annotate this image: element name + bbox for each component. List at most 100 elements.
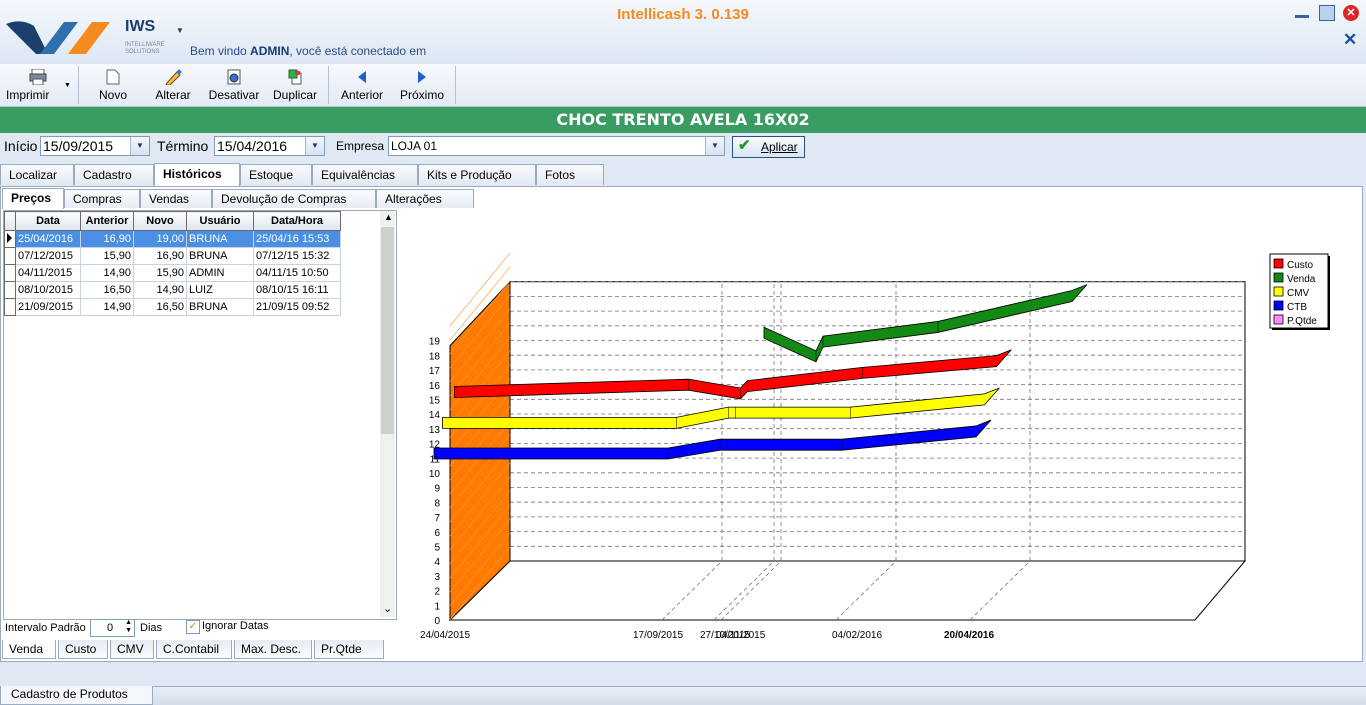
tab-fotos[interactable]: Fotos	[536, 164, 604, 185]
subtab-alteracoes[interactable]: Alterações	[376, 189, 474, 208]
subtab-compras[interactable]: Compras	[64, 189, 140, 208]
status-bar	[0, 686, 1366, 705]
x-tick-label: 04/02/2016	[832, 630, 882, 641]
legend-label: CMV	[1287, 288, 1310, 299]
col-header-anterior[interactable]: Anterior	[80, 211, 134, 231]
subtab-devolucao-compras[interactable]: Devolução de Compras	[212, 189, 376, 208]
tab-localizar[interactable]: Localizar	[0, 164, 74, 185]
x-tick-label: 04/11/2015	[716, 630, 766, 641]
arrow-left-icon	[334, 67, 390, 87]
edit-button[interactable]: Alterar	[146, 64, 200, 106]
y-tick-label: 13	[429, 425, 441, 436]
chart-floor	[448, 560, 1247, 621]
duplicate-button[interactable]: Duplicar	[268, 64, 322, 106]
close-window-button[interactable]: ✕	[1343, 5, 1359, 21]
maximize-button[interactable]	[1319, 5, 1335, 21]
legend-swatch	[1273, 300, 1284, 311]
subtab-vendas[interactable]: Vendas	[140, 189, 212, 208]
previous-label: Anterior	[340, 88, 384, 102]
tab-equivalencias[interactable]: Equivalências	[312, 164, 418, 185]
col-header-novo[interactable]: Novo	[133, 211, 187, 231]
apply-button[interactable]: ✔ Aplicar	[732, 136, 805, 158]
app-title: Intellicash 3. 0.139	[617, 6, 749, 23]
ignore-dates-label: Ignorar Datas	[202, 620, 269, 632]
ignore-dates-checkbox[interactable]: ✓	[186, 620, 200, 634]
print-dropdown-icon[interactable]: ▼	[64, 82, 71, 89]
deactivate-label: Desativar	[208, 88, 260, 102]
close-document-icon[interactable]: ✕	[1343, 30, 1357, 50]
legend-label: P.Qtde	[1287, 316, 1317, 327]
table-row[interactable]: 07/12/2015 15,90 16,90 BRUNA 07/12/15 15:32	[4, 247, 341, 265]
end-label: Término	[157, 138, 209, 154]
scroll-up-icon[interactable]: ▲	[384, 212, 393, 222]
status-tab-cadastro-produtos[interactable]: Cadastro de Produtos	[0, 686, 153, 705]
company-select[interactable]: LOJA 01 ▼	[388, 136, 725, 156]
col-header-data-hora[interactable]: Data/Hora	[253, 211, 341, 231]
col-header-data[interactable]: Data	[15, 211, 81, 231]
chart-tab-cmv[interactable]: CMV	[110, 640, 154, 659]
table-row[interactable]: 21/09/2015 14,90 16,50 BRUNA 21/09/15 09:52	[4, 298, 341, 316]
new-button[interactable]: Novo	[86, 64, 140, 106]
legend-label: CTB	[1287, 302, 1307, 313]
grid-scrollbar-thumb[interactable]	[381, 227, 394, 434]
legend-label: Venda	[1287, 274, 1316, 285]
y-tick-label: 14	[429, 410, 441, 421]
y-tick-label: 2	[434, 587, 440, 598]
new-label: Novo	[98, 88, 127, 102]
previous-button[interactable]: Anterior	[334, 64, 390, 106]
legend-shadow	[1272, 328, 1330, 330]
arrow-right-icon	[394, 67, 450, 87]
y-tick-label: 8	[434, 498, 440, 509]
y-tick-label: 7	[434, 513, 440, 524]
tab-kits-producao[interactable]: Kits e Produção	[418, 164, 536, 185]
col-header-usuario[interactable]: Usuário	[186, 211, 254, 231]
end-date-field[interactable]: 15/04/2016 ▼	[214, 136, 325, 156]
print-button[interactable]: Imprimir ▼	[2, 64, 74, 106]
print-label: Imprimir	[6, 88, 50, 102]
chart-tab-custo[interactable]: Custo	[58, 640, 108, 659]
deactivate-icon	[204, 67, 264, 87]
legend-swatch	[1273, 272, 1284, 283]
tab-estoque[interactable]: Estoque	[240, 164, 312, 185]
y-tick-label: 12	[429, 440, 441, 451]
interval-stepper[interactable]: 0 ▲ ▼	[90, 619, 135, 637]
product-title: CHOC TRENTO AVELA 16X02	[0, 107, 1366, 133]
start-date-field[interactable]: 15/09/2015 ▼	[40, 136, 150, 156]
company-dropdown-icon[interactable]: ▼	[705, 137, 724, 155]
next-button[interactable]: Próximo	[394, 64, 450, 106]
legend-label: Custo	[1287, 260, 1314, 271]
x-tick-label: 24/04/2015	[420, 630, 470, 641]
row-indicator-icon	[4, 230, 16, 248]
chart-tab-venda[interactable]: Venda	[2, 640, 56, 659]
start-label: Início	[4, 138, 38, 154]
start-date-dropdown-icon[interactable]: ▼	[130, 137, 149, 155]
duplicate-icon	[268, 67, 322, 87]
toolbar: Imprimir ▼ Novo Alterar Desativar Duplic…	[0, 64, 1366, 107]
chart-tab-ccontabil[interactable]: C.Contabil	[156, 640, 232, 659]
user-name: ADMIN	[250, 44, 290, 58]
interval-label: Intervalo Padrão	[5, 622, 86, 634]
stepper-arrows-icon[interactable]: ▲ ▼	[125, 619, 132, 635]
y-tick-label: 17	[429, 366, 441, 377]
y-tick-label: 0	[434, 616, 440, 627]
y-tick-label: 16	[429, 381, 441, 392]
chart-tab-max-desc[interactable]: Max. Desc.	[234, 640, 312, 659]
edit-label: Alterar	[155, 88, 191, 102]
check-icon: ✔	[738, 137, 751, 154]
price-history-grid: Data Anterior Novo Usuário Data/Hora 25/…	[3, 210, 397, 620]
subtab-precos[interactable]: Preços	[2, 188, 64, 209]
logo-menu-arrow-icon[interactable]: ▼	[176, 26, 184, 35]
table-row[interactable]: 08/10/2015 16,50 14,90 LUIZ 08/10/15 16:11	[4, 281, 341, 299]
minimize-button[interactable]	[1295, 6, 1309, 20]
table-row[interactable]: 04/11/2015 14,90 15,90 ADMIN 04/11/15 10:50	[4, 264, 341, 282]
deactivate-button[interactable]: Desativar	[204, 64, 264, 106]
tab-cadastro[interactable]: Cadastro	[74, 164, 154, 185]
pencil-icon	[146, 67, 200, 87]
x-tick-label: 17/09/2015	[633, 630, 683, 641]
y-tick-label: 6	[434, 528, 440, 539]
scroll-down-icon[interactable]: ⌄	[383, 602, 392, 615]
chart-tab-pr-qtde[interactable]: Pr.Qtde	[314, 640, 384, 659]
tab-historicos[interactable]: Históricos	[154, 163, 240, 186]
table-row[interactable]: 25/04/2016 16,90 19,00 BRUNA 25/04/16 15:53	[4, 230, 341, 248]
end-date-dropdown-icon[interactable]: ▼	[305, 137, 324, 155]
